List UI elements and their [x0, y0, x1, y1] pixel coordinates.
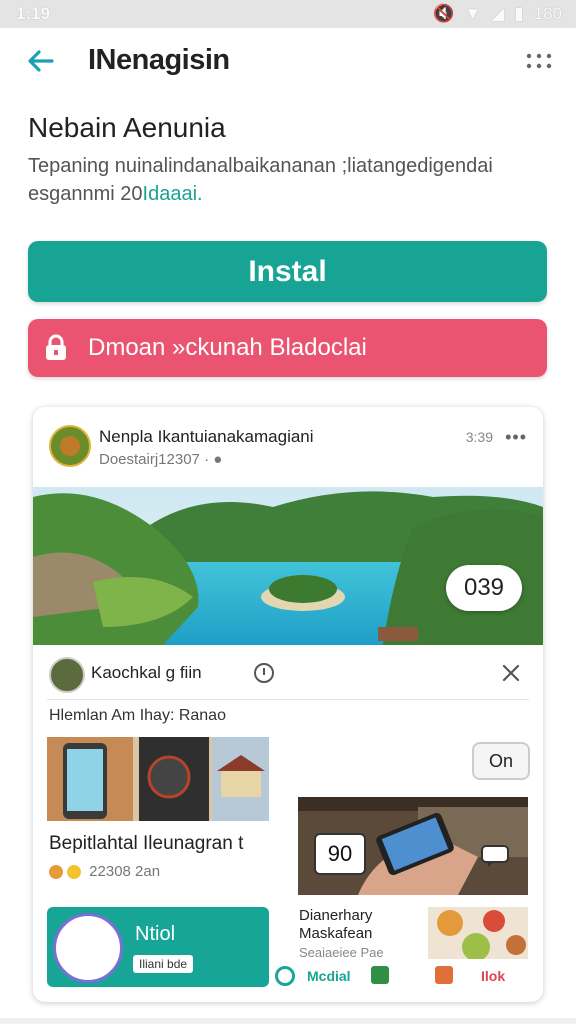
item-meta: 22308 2an — [49, 863, 160, 880]
wifi-icon: ▼ — [464, 4, 482, 23]
promo-sub: Seaiaeiee Pae — [299, 945, 384, 960]
mute-icon: 🔇 — [433, 4, 455, 23]
section-label: Hlemlan Am Ihay: Ranao — [49, 707, 226, 724]
bottom-edge — [0, 1018, 576, 1024]
teal-card-tag: Iliani bde — [133, 955, 194, 973]
app-toolbar: INenagisin — [0, 28, 576, 98]
number-badge: 90 — [314, 833, 366, 875]
teal-card-label: Ntiol — [135, 923, 176, 945]
promo-teal-card[interactable]: Ntiol Iliani bde — [47, 907, 269, 987]
share-icon[interactable] — [371, 966, 389, 984]
emoji-icon — [67, 865, 81, 880]
action-label-2[interactable]: Ilok — [481, 968, 505, 984]
gift-icon[interactable] — [435, 966, 453, 984]
post-time: 3:39 — [465, 429, 493, 445]
description-line-1: Tepaning nuinalindanalbaikananan ;liatan… — [28, 155, 493, 177]
post-more-icon[interactable]: ••• — [505, 427, 527, 448]
app-description: Tepaning nuinalindanalbaikananan ;liatan… — [28, 152, 548, 208]
action-label-1[interactable]: Mcdial — [307, 968, 351, 984]
emoji-icon — [49, 865, 63, 880]
app-name: Nebain Aenunia — [28, 112, 226, 143]
battery-icon: ▮ — [514, 4, 524, 23]
status-icons: 🔇 ▼ ◢ ▮ 180 — [433, 4, 562, 24]
phone-thumbnail-image[interactable] — [47, 737, 269, 821]
action-bar: Mcdial Ilok — [271, 962, 541, 992]
item-title[interactable]: Bepitlahtal Ileunagran t — [49, 833, 243, 855]
item-meta-text: 22308 2an — [89, 863, 161, 880]
count-bubble: 039 — [446, 565, 522, 611]
post-meta-text: Doestairj12307 · — [99, 451, 210, 468]
post-card: Nenpla Ikantuianakamagiani Doestairj1230… — [33, 407, 543, 1002]
post-author[interactable]: Nenpla Ikantuianakamagiani — [99, 427, 314, 447]
back-arrow-icon[interactable] — [24, 44, 58, 78]
secondary-action-label: Dmoan »ckunah Bladoclai — [88, 334, 367, 361]
secondary-action-button[interactable]: Dmoan »ckunah Bladoclai — [28, 319, 547, 377]
description-highlight: Idaaai. — [142, 183, 203, 205]
app-icon — [53, 913, 123, 983]
avatar[interactable] — [49, 425, 91, 467]
post-meta: Doestairj12307 · ● — [99, 451, 222, 468]
promo-title-2: Maskafean — [299, 925, 373, 942]
chat-icon[interactable] — [480, 844, 510, 868]
status-time: 1:19 — [16, 4, 51, 23]
sub-author[interactable]: Kaochkal g fiin — [91, 663, 202, 683]
like-icon[interactable] — [275, 966, 295, 986]
install-button[interactable]: Instal — [28, 241, 547, 302]
signal-icon: ◢ — [491, 4, 505, 23]
globe-icon: ● — [213, 451, 223, 468]
promo-title-1: Dianerhary — [299, 907, 373, 924]
page-title: INenagisin — [88, 44, 230, 76]
divider — [47, 699, 529, 700]
battery-level: 180 — [533, 4, 562, 23]
small-button[interactable]: On — [472, 742, 530, 780]
more-icon[interactable] — [524, 50, 554, 74]
food-thumbnail-image[interactable] — [428, 907, 528, 959]
status-bar: 1:19 🔇 ▼ ◢ ▮ 180 — [0, 0, 576, 28]
lock-icon — [46, 334, 66, 360]
description-line-2: esgannmi 20 — [28, 183, 143, 205]
promo-title[interactable]: Dianerhary Maskafean — [299, 907, 372, 943]
sub-avatar[interactable] — [49, 657, 85, 693]
close-icon[interactable] — [499, 661, 523, 685]
info-icon[interactable] — [252, 661, 276, 685]
